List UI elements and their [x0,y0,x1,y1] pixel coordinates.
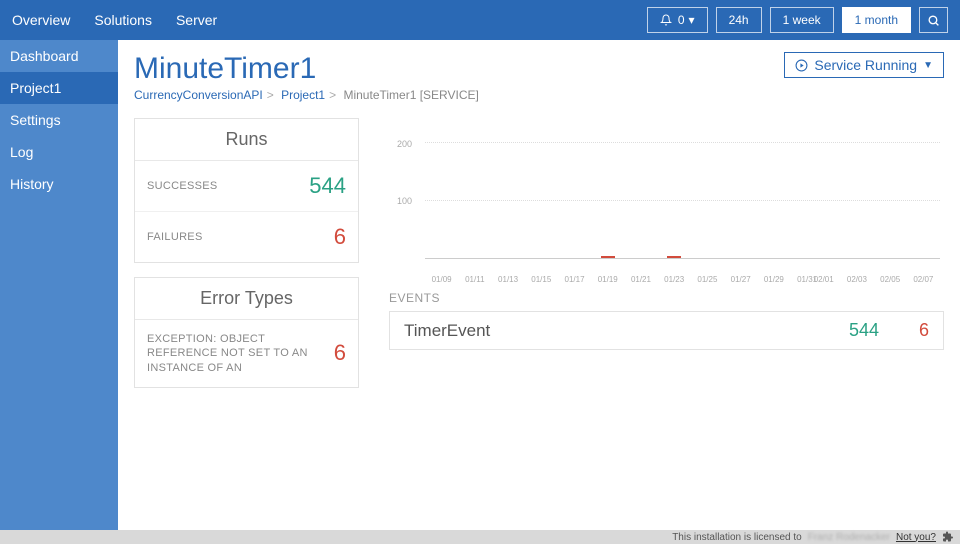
play-icon [795,59,808,72]
runs-fail-row: FAILURES 6 [135,211,358,262]
nav-solutions[interactable]: Solutions [94,12,152,28]
caret-down-icon: ▼ [923,60,933,71]
crumb-project[interactable]: Project1 [281,88,325,102]
event-name: TimerEvent [404,321,829,341]
footer-licensee: Franz Rodenacker [808,532,890,543]
event-ok: 544 [829,320,879,341]
event-fail: 6 [879,320,929,341]
footer-text: This installation is licensed to [672,532,802,543]
error-types-card: Error Types EXCEPTION: OBJECT REFERENCE … [134,277,359,388]
range-1week[interactable]: 1 week [770,7,834,33]
nav-server[interactable]: Server [176,12,217,28]
not-you-link[interactable]: Not you? [896,532,936,543]
sidebar-item-project1[interactable]: Project1 [0,72,118,104]
breadcrumb: CurrencyConversionAPI> Project1> MinuteT… [134,88,479,102]
footer: This installation is licensed to Franz R… [0,530,960,544]
fail-value: 6 [334,224,346,250]
bell-icon [660,14,672,26]
sidebar-item-dashboard[interactable]: Dashboard [0,40,118,72]
search-icon [927,14,940,27]
event-row[interactable]: TimerEvent 544 6 [390,312,943,349]
sidebar-item-log[interactable]: Log [0,136,118,168]
top-bar: Overview Solutions Server 0 ▾ 24h 1 week… [0,0,960,40]
error-label: EXCEPTION: OBJECT REFERENCE NOT SET TO A… [147,332,334,375]
success-label: SUCCESSES [147,179,309,193]
events-table: TimerEvent 544 6 [389,311,944,350]
page-title: MinuteTimer1 [134,52,479,86]
success-value: 544 [309,173,346,199]
notif-count: 0 [678,13,685,27]
crumb-api[interactable]: CurrencyConversionAPI [134,88,263,102]
caret-down-icon: ▾ [689,13,695,27]
errors-heading: Error Types [135,278,358,320]
sidebar-item-history[interactable]: History [0,168,118,200]
runs-success-row: SUCCESSES 544 [135,161,358,211]
sidebar: Dashboard Project1 Settings Log History [0,40,118,530]
sidebar-item-settings[interactable]: Settings [0,104,118,136]
nav-overview[interactable]: Overview [12,12,70,28]
service-btn-label: Service Running [814,57,917,73]
runs-heading: Runs [135,119,358,161]
top-nav: Overview Solutions Server [12,12,217,28]
notifications-button[interactable]: 0 ▾ [647,7,708,33]
error-row: EXCEPTION: OBJECT REFERENCE NOT SET TO A… [135,320,358,387]
crumb-current: MinuteTimer1 [SERVICE] [343,88,478,102]
range-24h[interactable]: 24h [716,7,762,33]
range-1month[interactable]: 1 month [842,7,911,33]
error-value: 6 [334,340,346,366]
search-button[interactable] [919,7,948,33]
events-heading: EVENTS [389,291,944,305]
runs-card: Runs SUCCESSES 544 FAILURES 6 [134,118,359,263]
runs-chart: 01/0901/1101/1301/1501/1701/1901/2101/23… [389,124,944,279]
fail-label: FAILURES [147,230,334,244]
service-running-button[interactable]: Service Running ▼ [784,52,944,78]
puzzle-icon [942,531,954,543]
